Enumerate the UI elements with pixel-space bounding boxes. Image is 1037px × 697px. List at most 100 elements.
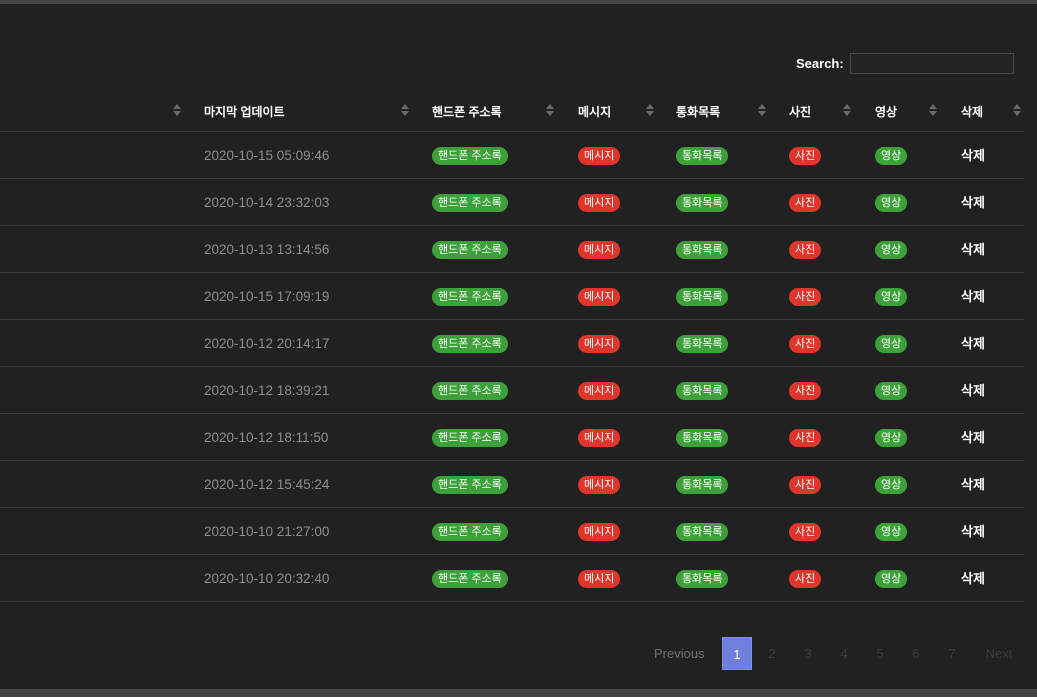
sort-icon bbox=[758, 104, 766, 116]
videos-badge[interactable]: 영상 bbox=[875, 522, 908, 541]
table-row: 2020-10-12 15:45:24 핸드폰 주소록 메시지 통화목록 사진 영상 삭제 bbox=[0, 460, 1024, 508]
page-button-6[interactable]: 6 bbox=[912, 637, 920, 670]
messages-badge[interactable]: 메시지 bbox=[578, 475, 621, 494]
calls-badge[interactable]: 통화목록 bbox=[676, 334, 729, 353]
calls-badge[interactable]: 통화목록 bbox=[676, 287, 729, 306]
bottom-border bbox=[0, 689, 1037, 697]
calls-badge[interactable]: 통화목록 bbox=[676, 381, 729, 400]
photos-badge[interactable]: 사진 bbox=[789, 334, 822, 353]
messages-badge[interactable]: 메시지 bbox=[578, 287, 621, 306]
cell-hidden bbox=[0, 413, 195, 461]
search-bar: Search: bbox=[796, 53, 1014, 74]
delete-button[interactable]: 삭제 bbox=[961, 148, 985, 163]
search-label: Search: bbox=[796, 56, 844, 71]
column-header-delete[interactable]: 삭제 bbox=[952, 89, 1024, 132]
page-button-7[interactable]: 7 bbox=[948, 637, 956, 670]
contacts-badge[interactable]: 핸드폰 주소록 bbox=[432, 569, 508, 588]
videos-badge[interactable]: 영상 bbox=[875, 475, 908, 494]
messages-badge[interactable]: 메시지 bbox=[578, 428, 621, 447]
messages-badge[interactable]: 메시지 bbox=[578, 146, 621, 165]
delete-button[interactable]: 삭제 bbox=[961, 524, 985, 539]
photos-badge[interactable]: 사진 bbox=[789, 475, 822, 494]
cell-hidden bbox=[0, 131, 195, 179]
table-row: 2020-10-10 21:27:00 핸드폰 주소록 메시지 통화목록 사진 영상 삭제 bbox=[0, 507, 1024, 555]
calls-badge[interactable]: 통화목록 bbox=[676, 475, 729, 494]
photos-badge[interactable]: 사진 bbox=[789, 522, 822, 541]
column-header-calls[interactable]: 통화목록 bbox=[667, 89, 780, 132]
videos-badge[interactable]: 영상 bbox=[875, 240, 908, 259]
column-header-last-update[interactable]: 마지막 업데이트 bbox=[195, 89, 423, 132]
sort-icon bbox=[401, 104, 409, 116]
column-header-videos[interactable]: 영상 bbox=[866, 89, 952, 132]
contacts-badge[interactable]: 핸드폰 주소록 bbox=[432, 522, 508, 541]
page-button-4[interactable]: 4 bbox=[840, 637, 848, 670]
delete-button[interactable]: 삭제 bbox=[961, 383, 985, 398]
messages-badge[interactable]: 메시지 bbox=[578, 381, 621, 400]
sort-icon bbox=[843, 104, 851, 116]
contacts-badge[interactable]: 핸드폰 주소록 bbox=[432, 146, 508, 165]
delete-button[interactable]: 삭제 bbox=[961, 195, 985, 210]
search-input[interactable] bbox=[849, 53, 1014, 74]
calls-badge[interactable]: 통화목록 bbox=[676, 193, 729, 212]
table-body: 2020-10-15 05:09:46 핸드폰 주소록 메시지 통화목록 사진 영상 삭제 2… bbox=[0, 131, 1024, 602]
cell-hidden bbox=[0, 178, 195, 226]
videos-badge[interactable]: 영상 bbox=[875, 287, 908, 306]
videos-badge[interactable]: 영상 bbox=[875, 193, 908, 212]
calls-badge[interactable]: 통화목록 bbox=[676, 428, 729, 447]
page-button-1[interactable]: 1 bbox=[722, 637, 752, 670]
delete-button[interactable]: 삭제 bbox=[961, 289, 985, 304]
contacts-badge[interactable]: 핸드폰 주소록 bbox=[432, 381, 508, 400]
messages-badge[interactable]: 메시지 bbox=[578, 240, 621, 259]
photos-badge[interactable]: 사진 bbox=[789, 240, 822, 259]
table-row: 2020-10-14 23:32:03 핸드폰 주소록 메시지 통화목록 사진 영상 삭제 bbox=[0, 178, 1024, 226]
delete-button[interactable]: 삭제 bbox=[961, 477, 985, 492]
contacts-badge[interactable]: 핸드폰 주소록 bbox=[432, 475, 508, 494]
calls-badge[interactable]: 통화목록 bbox=[676, 569, 729, 588]
delete-button[interactable]: 삭제 bbox=[961, 430, 985, 445]
last-update-cell: 2020-10-12 18:39:21 bbox=[195, 366, 423, 414]
contacts-badge[interactable]: 핸드폰 주소록 bbox=[432, 428, 508, 447]
cell-hidden bbox=[0, 319, 195, 367]
messages-badge[interactable]: 메시지 bbox=[578, 334, 621, 353]
last-update-cell: 2020-10-15 17:09:19 bbox=[195, 272, 423, 320]
table-row: 2020-10-13 13:14:56 핸드폰 주소록 메시지 통화목록 사진 영상 삭제 bbox=[0, 225, 1024, 273]
photos-badge[interactable]: 사진 bbox=[789, 428, 822, 447]
column-header-contacts[interactable]: 핸드폰 주소록 bbox=[423, 89, 568, 132]
delete-button[interactable]: 삭제 bbox=[961, 571, 985, 586]
messages-badge[interactable]: 메시지 bbox=[578, 522, 621, 541]
page-button-3[interactable]: 3 bbox=[804, 637, 812, 670]
photos-badge[interactable]: 사진 bbox=[789, 569, 822, 588]
contacts-badge[interactable]: 핸드폰 주소록 bbox=[432, 334, 508, 353]
sort-icon bbox=[1013, 104, 1021, 116]
page-button-2[interactable]: 2 bbox=[768, 637, 776, 670]
videos-badge[interactable]: 영상 bbox=[875, 146, 908, 165]
contacts-badge[interactable]: 핸드폰 주소록 bbox=[432, 287, 508, 306]
contacts-badge[interactable]: 핸드폰 주소록 bbox=[432, 193, 508, 212]
photos-badge[interactable]: 사진 bbox=[789, 287, 822, 306]
contacts-badge[interactable]: 핸드폰 주소록 bbox=[432, 240, 508, 259]
last-update-cell: 2020-10-10 20:32:40 bbox=[195, 554, 423, 602]
photos-badge[interactable]: 사진 bbox=[789, 381, 822, 400]
last-update-cell: 2020-10-10 21:27:00 bbox=[195, 507, 423, 555]
previous-button[interactable]: Previous bbox=[654, 637, 705, 670]
videos-badge[interactable]: 영상 bbox=[875, 381, 908, 400]
column-header-hidden[interactable] bbox=[0, 89, 195, 132]
last-update-cell: 2020-10-12 18:11:50 bbox=[195, 413, 423, 461]
page-button-5[interactable]: 5 bbox=[876, 637, 884, 670]
column-header-messages[interactable]: 메시지 bbox=[568, 89, 667, 132]
videos-badge[interactable]: 영상 bbox=[875, 428, 908, 447]
calls-badge[interactable]: 통화목록 bbox=[676, 146, 729, 165]
photos-badge[interactable]: 사진 bbox=[789, 146, 822, 165]
calls-badge[interactable]: 통화목록 bbox=[676, 522, 729, 541]
next-button[interactable]: Next bbox=[984, 637, 1014, 670]
column-header-photos[interactable]: 사진 bbox=[780, 89, 866, 132]
delete-button[interactable]: 삭제 bbox=[961, 242, 985, 257]
videos-badge[interactable]: 영상 bbox=[875, 334, 908, 353]
delete-button[interactable]: 삭제 bbox=[961, 336, 985, 351]
messages-badge[interactable]: 메시지 bbox=[578, 193, 621, 212]
messages-badge[interactable]: 메시지 bbox=[578, 569, 621, 588]
cell-hidden bbox=[0, 366, 195, 414]
photos-badge[interactable]: 사진 bbox=[789, 193, 822, 212]
calls-badge[interactable]: 통화목록 bbox=[676, 240, 729, 259]
videos-badge[interactable]: 영상 bbox=[875, 569, 908, 588]
